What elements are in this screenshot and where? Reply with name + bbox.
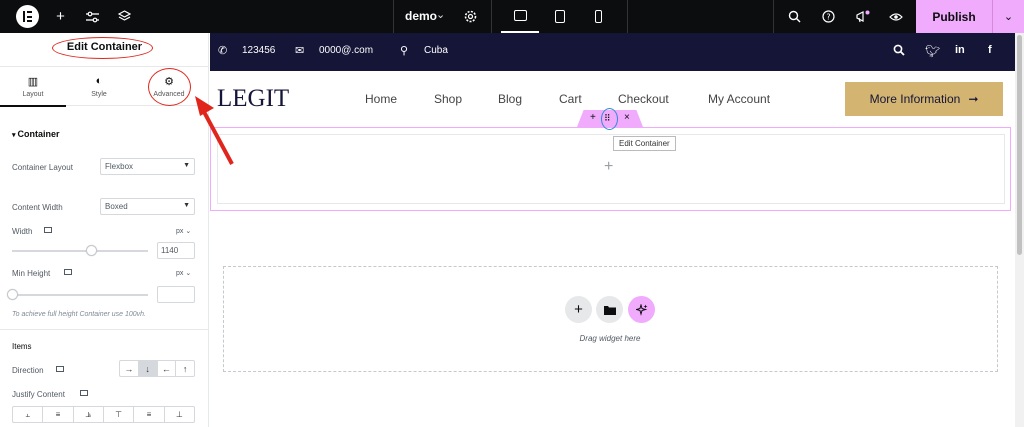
annotation-arrow (195, 96, 234, 165)
